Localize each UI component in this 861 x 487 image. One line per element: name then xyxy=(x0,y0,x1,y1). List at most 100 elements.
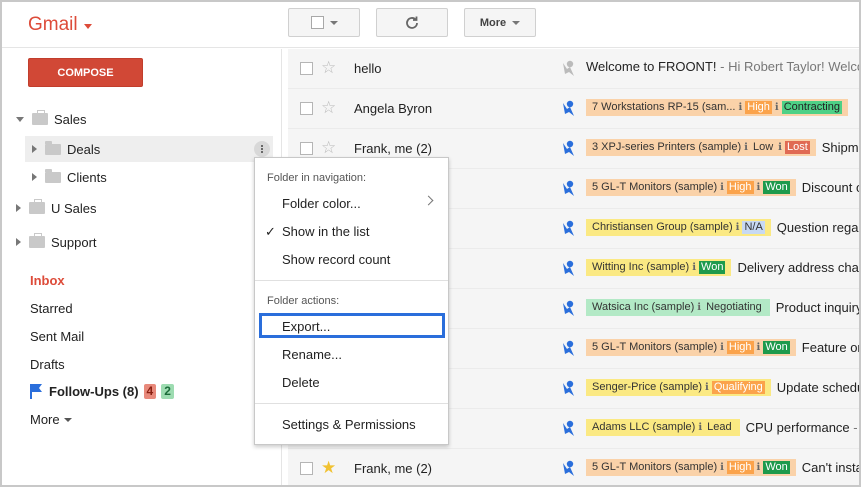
nav-follow-ups[interactable]: Follow-Ups (8) 4 2 xyxy=(30,383,174,399)
checkbox-icon xyxy=(310,16,324,29)
star-icon[interactable]: ★ xyxy=(321,459,336,476)
row-checkbox[interactable] xyxy=(300,102,313,115)
nav-more[interactable]: More xyxy=(30,412,72,427)
folder-deals[interactable]: Deals xyxy=(32,136,100,162)
deal-name: 3 XPJ-series Printers (sample) xyxy=(592,141,742,153)
check-icon: ✓ xyxy=(265,224,276,239)
email-sender: Frank, me (2) xyxy=(354,141,433,156)
expand-icon[interactable] xyxy=(16,204,21,212)
menu-item-show-record-count[interactable]: Show record count xyxy=(282,252,390,267)
folder-label: Clients xyxy=(67,169,107,185)
deal-tag[interactable]: Watsica Inc (sample) ℹ Negotiating xyxy=(586,299,770,316)
folder-sales[interactable]: Sales xyxy=(16,106,87,132)
stage-pill: Won xyxy=(699,261,726,274)
nav-drafts[interactable]: Drafts xyxy=(30,357,65,372)
email-snippet: CPU performance - xyxy=(746,420,858,435)
folder-icon xyxy=(45,140,61,155)
menu-item-delete[interactable]: Delete xyxy=(282,375,320,390)
expand-icon[interactable] xyxy=(32,145,37,153)
deal-tag[interactable]: 7 Workstations RP-15 (sam... ℹ High ℹ Contra… xyxy=(586,99,848,116)
deal-name: 5 GL-T Monitors (sample) xyxy=(592,181,718,193)
subject: Delivery address chan xyxy=(737,260,861,275)
deal-tag[interactable]: Christiansen Group (sample) ℹ N/A xyxy=(586,219,771,236)
deal-name: Witting Inc (sample) xyxy=(592,261,690,273)
deal-tag[interactable]: 5 GL-T Monitors (sample) ℹ High ℹ Won xyxy=(586,179,796,196)
deal-tag[interactable]: Senger-Price (sample) ℹ Qualifying xyxy=(586,379,771,396)
select-all-button[interactable] xyxy=(288,8,360,37)
deal-name: Watsica Inc (sample) xyxy=(592,301,695,313)
priority-pill: High xyxy=(745,101,772,114)
nav-sent-mail[interactable]: Sent Mail xyxy=(30,329,84,344)
stage-pill: Lost xyxy=(784,141,810,154)
folder-options-button[interactable] xyxy=(254,141,270,157)
row-checkbox[interactable] xyxy=(300,462,313,475)
star-icon[interactable]: ☆ xyxy=(321,99,336,116)
row-checkbox[interactable] xyxy=(300,142,313,155)
menu-item-export[interactable]: Export... xyxy=(282,319,330,334)
expand-icon[interactable] xyxy=(32,173,37,181)
menu-item-settings-permissions[interactable]: Settings & Permissions xyxy=(282,417,416,432)
nav-inbox[interactable]: Inbox xyxy=(30,273,65,288)
expand-icon[interactable] xyxy=(16,238,21,246)
sidebar: COMPOSE Sales Deals Clients U Sales Supp xyxy=(2,49,282,485)
deal-name: 5 GL-T Monitors (sample) xyxy=(592,461,718,473)
row-checkbox[interactable] xyxy=(300,62,313,75)
compose-button[interactable]: COMPOSE xyxy=(28,58,143,87)
caret-down-icon xyxy=(83,23,92,29)
menu-item-show-in-list[interactable]: Show in the list xyxy=(282,224,369,239)
menu-divider xyxy=(255,403,448,404)
folder-support[interactable]: Support xyxy=(16,229,97,255)
gmail-logo[interactable]: Gmail xyxy=(28,14,92,36)
nav-starred[interactable]: Starred xyxy=(30,301,73,316)
email-sender: Angela Byron xyxy=(354,101,433,116)
deal-tag[interactable]: 5 GL-T Monitors (sample) ℹ High ℹ Won xyxy=(586,339,796,356)
stage-pill: Won xyxy=(763,461,790,474)
menu-header-actions: Folder actions: xyxy=(267,295,340,307)
folder-clients[interactable]: Clients xyxy=(32,164,107,190)
folder-label: Sales xyxy=(54,111,87,127)
priority-pill: High xyxy=(726,341,754,354)
deal-name: 5 GL-T Monitors (sample) xyxy=(592,341,718,353)
deal-tag[interactable]: Adams LLC (sample) ℹ Lead xyxy=(586,419,740,436)
subject: Welcome to FROONT! xyxy=(586,59,717,74)
email-snippet: Welcome to FROONT! - Hi Robert Taylor! W… xyxy=(586,59,859,74)
person-icon xyxy=(563,260,574,276)
stage-pill: Qualifying xyxy=(711,381,765,394)
briefcase-icon xyxy=(32,110,48,125)
person-icon xyxy=(563,460,574,476)
star-icon[interactable]: ☆ xyxy=(321,139,336,156)
deal-tag[interactable]: 3 XPJ-series Printers (sample) ℹ Low ℹ Lost xyxy=(586,139,816,156)
refresh-button[interactable] xyxy=(376,8,448,37)
person-icon xyxy=(563,60,574,76)
refresh-icon xyxy=(406,16,418,29)
more-button[interactable]: More xyxy=(464,8,536,37)
more-label: More xyxy=(479,16,507,29)
email-row[interactable]: ☆ Angela Byron 7 Workstations RP-15 (sam… xyxy=(288,89,859,129)
menu-item-rename[interactable]: Rename... xyxy=(282,347,342,362)
expand-icon[interactable] xyxy=(16,116,24,122)
menu-item-folder-color[interactable]: Folder color... xyxy=(282,196,361,211)
menu-header-navigation: Folder in navigation: xyxy=(267,172,367,184)
stage-pill: Negotiating xyxy=(706,301,762,313)
deal-tag[interactable]: Witting Inc (sample) ℹ Won xyxy=(586,259,732,276)
snippet-preview: - xyxy=(849,420,858,435)
folder-u-sales[interactable]: U Sales xyxy=(16,195,97,221)
stage-pill: Won xyxy=(763,341,790,354)
email-sender: Frank, me (2) xyxy=(354,461,433,476)
subject: Product inquiry xyxy=(775,300,861,315)
person-icon xyxy=(563,420,574,436)
follow-ups-green-badge: 2 xyxy=(161,383,174,399)
subject: Feature or xyxy=(801,340,861,355)
folder-label: Deals xyxy=(67,141,101,157)
person-icon xyxy=(563,220,574,236)
star-icon[interactable]: ☆ xyxy=(321,59,336,76)
email-row[interactable]: ★ Frank, me (2) 5 GL-T Monitors (sample)… xyxy=(288,449,861,485)
person-icon xyxy=(563,300,574,316)
email-row[interactable]: ☆ hello Welcome to FROONT! - Hi Robert T… xyxy=(288,49,859,89)
subject: Question regar xyxy=(776,220,861,235)
folder-icon xyxy=(45,168,61,183)
deal-tag[interactable]: 5 GL-T Monitors (sample) ℹ High ℹ Won xyxy=(586,459,796,476)
subject: Shipm xyxy=(821,140,859,155)
subject: Can't insta xyxy=(801,460,861,475)
more-label: More xyxy=(30,412,60,427)
